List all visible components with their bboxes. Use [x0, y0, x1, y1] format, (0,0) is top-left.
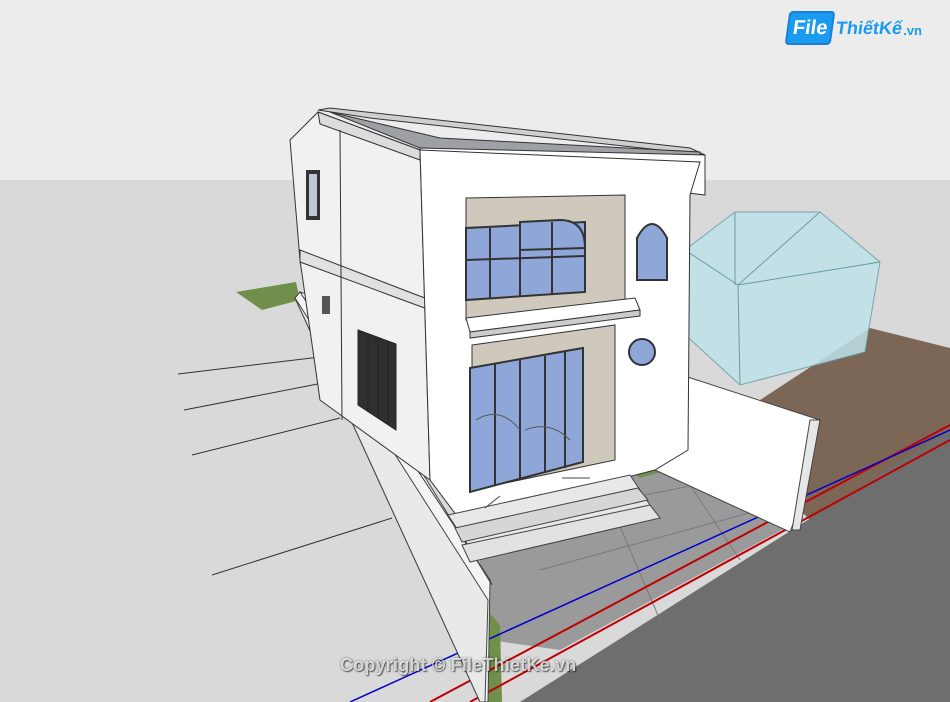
copyright-watermark: Copyright © FileThietKe.vn [340, 655, 577, 675]
upper-window [465, 218, 587, 302]
model-canvas[interactable] [0, 0, 950, 702]
logo-suffix-text: .vn [903, 23, 922, 38]
arched-window [636, 223, 668, 281]
logo-rest-text: ThiếtKế [834, 17, 904, 38]
logo-box-text: File [784, 11, 836, 45]
sketchup-viewport[interactable]: File ThiếtKế .vn Copyright © FileThietKe… [0, 0, 950, 702]
brand-logo[interactable]: File ThiếtKế .vn [784, 10, 922, 46]
round-window [628, 338, 656, 366]
side-vent [322, 296, 330, 314]
